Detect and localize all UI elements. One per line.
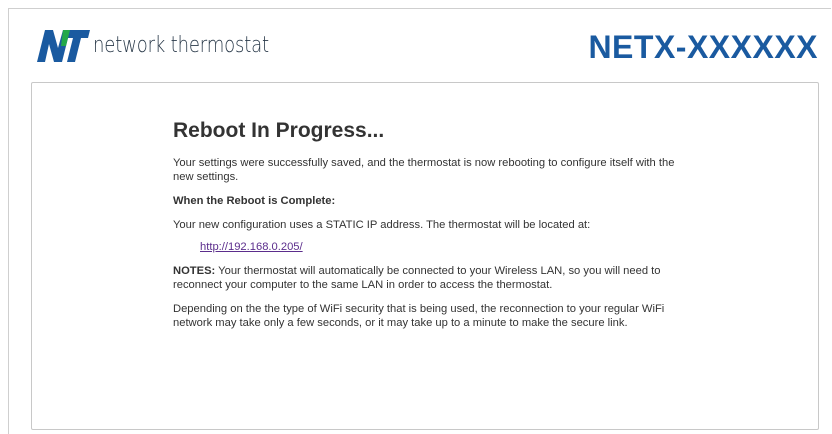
reboot-panel: Reboot In Progress... Your settings were… (31, 82, 819, 430)
notes-text: Your thermostat will automatically be co… (173, 265, 661, 291)
page-frame: network thermostat NETX-XXXXXX Reboot In… (8, 8, 831, 434)
header: network thermostat NETX-XXXXXX (9, 9, 832, 81)
nt-logo-icon (37, 30, 90, 62)
config-text: Your new configuration uses a STATIC IP … (173, 219, 591, 231)
network-thermostat-logo: network thermostat (35, 25, 308, 65)
notes-paragraph: NOTES: Your thermostat will automaticall… (173, 264, 683, 292)
thermostat-address-link[interactable]: http://192.168.0.205/ (200, 241, 303, 253)
intro-text: Your settings were successfully saved, a… (173, 157, 675, 183)
reboot-complete-heading: When the Reboot is Complete: (173, 195, 336, 207)
logo-text: network thermostat (93, 32, 269, 58)
wifi-text: Depending on the the type of WiFi securi… (173, 303, 665, 329)
reboot-content: Reboot In Progress... Your settings were… (173, 119, 683, 340)
device-name: NETX-XXXXXX (588, 29, 818, 65)
notes-label: NOTES: (173, 265, 216, 277)
page-title: Reboot In Progress... (173, 119, 385, 142)
address-link-wrap: http://192.168.0.205/ (200, 240, 683, 254)
